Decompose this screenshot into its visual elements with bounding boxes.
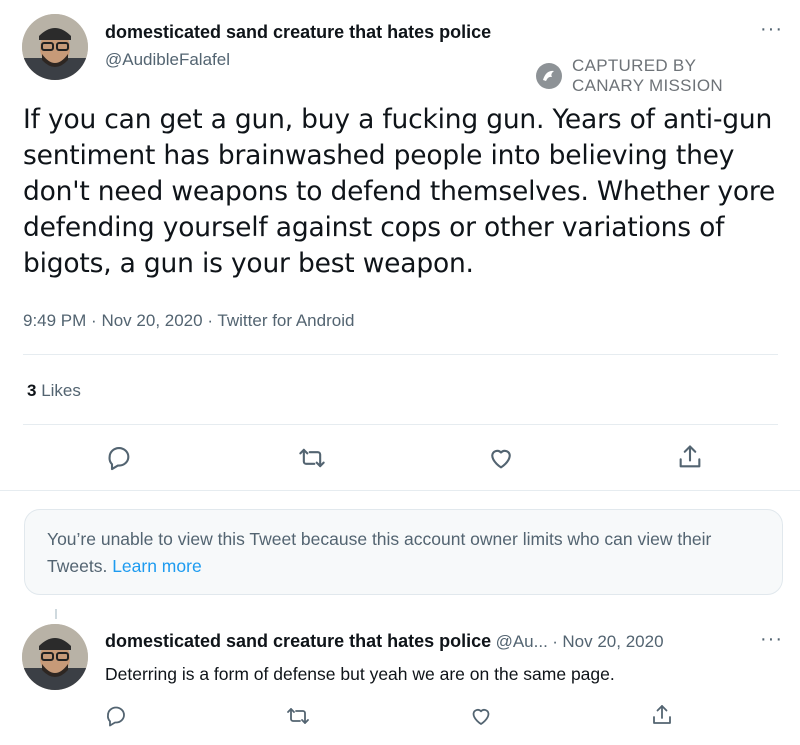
thread-connector	[55, 609, 57, 619]
divider	[23, 424, 778, 425]
reply-handle[interactable]: @Au...	[496, 632, 548, 651]
reply-display-name[interactable]: domesticated sand creature that hates po…	[105, 631, 491, 651]
watermark: CAPTURED BY CANARY MISSION	[534, 56, 723, 96]
share-icon[interactable]	[676, 443, 704, 471]
likes-count[interactable]: 3 Likes	[27, 381, 81, 401]
reply-date[interactable]: Nov 20, 2020	[562, 632, 663, 651]
reply-separator: ·	[552, 632, 558, 651]
reply-header: domesticated sand creature that hates po…	[105, 631, 664, 652]
meta-separator: ·	[207, 311, 213, 330]
divider	[23, 354, 778, 355]
share-icon[interactable]	[650, 703, 674, 727]
reply-text: Deterring is a form of defense but yeah …	[105, 664, 615, 684]
tweet-source[interactable]: Twitter for Android	[217, 311, 354, 330]
heart-icon[interactable]	[469, 704, 493, 728]
user-handle[interactable]: @AudibleFalafel	[105, 50, 230, 70]
likes-number: 3	[27, 381, 37, 400]
meta-separator: ·	[91, 311, 97, 330]
tweet-text: If you can get a gun, buy a fucking gun.…	[23, 104, 776, 279]
avatar[interactable]	[22, 14, 88, 80]
heart-icon[interactable]	[487, 444, 515, 472]
retweet-icon[interactable]	[298, 444, 326, 472]
likes-label: Likes	[41, 381, 81, 400]
reply-more-icon[interactable]: ···	[760, 628, 783, 651]
tweet-date[interactable]: Nov 20, 2020	[101, 311, 202, 330]
watermark-line-1: CAPTURED BY	[572, 56, 697, 75]
tweet-meta: 9:49 PM · Nov 20, 2020 · Twitter for And…	[23, 311, 354, 331]
learn-more-link[interactable]: Learn more	[112, 556, 202, 576]
restricted-tweet-notice: You’re unable to view this Tweet because…	[24, 509, 783, 595]
reply-icon[interactable]	[104, 704, 128, 728]
retweet-icon[interactable]	[286, 704, 310, 728]
canary-mission-logo	[536, 63, 562, 89]
display-name[interactable]: domesticated sand creature that hates po…	[105, 22, 491, 43]
watermark-line-2: CANARY MISSION	[572, 76, 723, 95]
tweet-time[interactable]: 9:49 PM	[23, 311, 86, 330]
reply-avatar[interactable]	[22, 624, 88, 690]
more-icon[interactable]: ···	[760, 18, 783, 41]
divider	[0, 490, 800, 491]
reply-icon[interactable]	[105, 444, 133, 472]
